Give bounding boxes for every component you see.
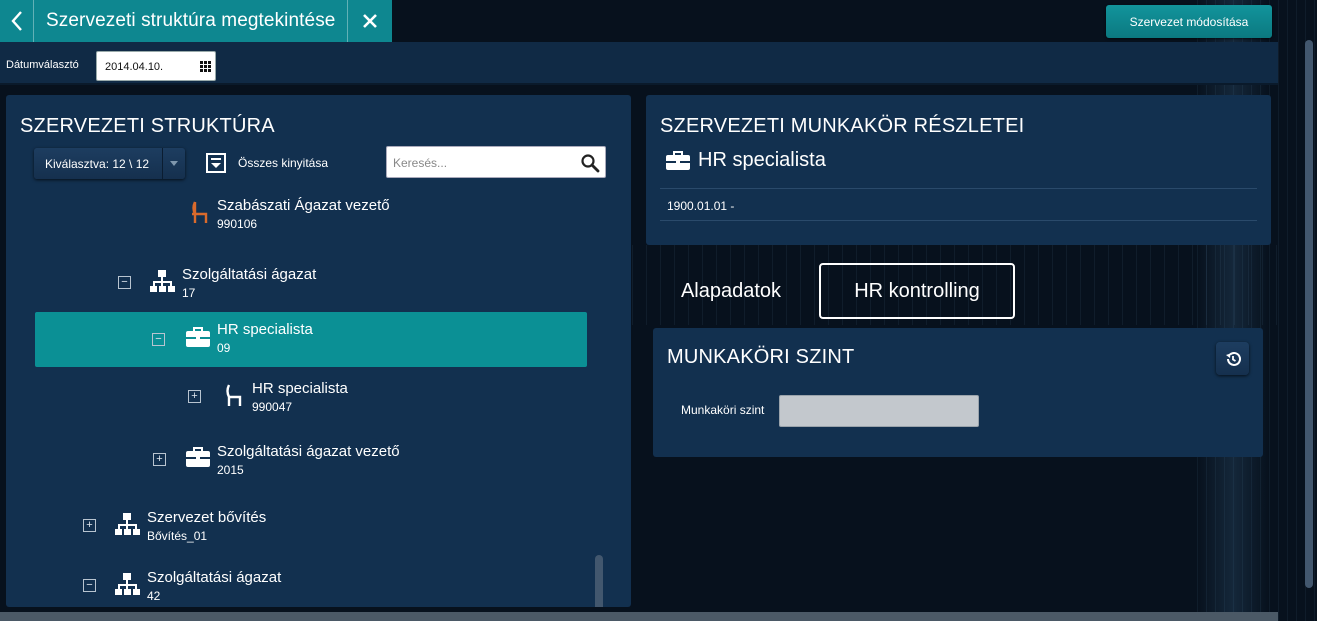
tree-node-name: HR specialista <box>217 321 313 338</box>
structure-panel: SZERVEZETI STRUKTÚRA Kiválasztva: 12 \ 1… <box>6 95 631 607</box>
caret-down-icon <box>162 148 184 179</box>
modify-organization-button[interactable]: Szervezet módosítása <box>1106 5 1272 38</box>
expand-all-icon <box>206 153 226 173</box>
tree-node-name: Szolgáltatási ágazat <box>147 569 282 586</box>
org-chart-icon <box>115 573 140 595</box>
collapse-toggle[interactable]: − <box>83 579 96 592</box>
tree-node-code: 2015 <box>217 463 244 477</box>
job-level-label: Munkaköri szint <box>681 403 765 417</box>
tree-node[interactable]: + HR specialista 990047 <box>6 372 606 422</box>
date-picker-input[interactable]: 2014.04.10. <box>96 51 216 81</box>
structure-heading: SZERVEZETI STRUKTÚRA <box>20 115 275 137</box>
org-chart-icon <box>150 270 175 292</box>
briefcase-icon <box>186 447 210 467</box>
close-icon <box>363 14 377 28</box>
horizontal-scrollbar[interactable] <box>0 612 1278 621</box>
divider <box>660 188 1257 189</box>
page-scrollbar[interactable] <box>1305 40 1313 588</box>
tree-node-name: Szolgáltatási ágazat <box>182 266 317 283</box>
tree-node-code: 42 <box>147 589 161 603</box>
search-input[interactable] <box>393 154 573 172</box>
tree-node-name: HR specialista <box>252 380 348 397</box>
briefcase-icon <box>666 150 690 170</box>
history-button[interactable] <box>1216 342 1249 375</box>
title-group: Szervezeti struktúra megtekintése <box>0 0 392 42</box>
date-row: Dátumválasztó 2014.04.10. <box>0 42 1278 85</box>
date-picker-value: 2014.04.10. <box>105 61 164 73</box>
close-button[interactable] <box>348 0 392 42</box>
tree-node-name: Szervezet bővítés <box>147 509 267 526</box>
expand-toggle[interactable]: + <box>188 390 201 403</box>
job-level-panel: MUNKAKÖRI SZINT Munkaköri szint <box>653 328 1263 457</box>
tree-node-code: Bővítés_01 <box>147 529 208 543</box>
collapse-toggle[interactable]: − <box>152 333 165 346</box>
tree-node-code: 990047 <box>252 400 293 414</box>
tree-node[interactable]: − Szolgáltatási ágazat 42 <box>6 561 606 607</box>
chair-icon <box>226 384 242 406</box>
org-chart-icon <box>115 513 140 535</box>
structure-tree: Szabászati Ágazat vezető 990106 − Szolgá… <box>6 195 631 607</box>
details-heading: SZERVEZETI MUNKAKÖR RÉSZLETEI <box>660 115 1025 137</box>
job-title-text: HR specialista <box>698 149 826 171</box>
selection-dropdown[interactable]: Kiválasztva: 12 \ 12 <box>34 148 185 179</box>
history-icon <box>1225 351 1241 366</box>
tree-node-name: Szabászati Ágazat vezető <box>217 197 390 214</box>
expand-all-button[interactable]: Összes kinyitása <box>206 153 328 173</box>
tree-node-code: 09 <box>217 341 231 355</box>
tree-node[interactable]: + Szolgáltatási ágazat vezető 2015 <box>6 435 606 485</box>
tree-node[interactable]: + Szervezet bővítés Bővítés_01 <box>6 501 606 551</box>
tree-node-selected[interactable]: − HR specialista 09 <box>35 312 587 367</box>
briefcase-icon <box>186 327 210 347</box>
tree-node-code: 990106 <box>217 217 258 231</box>
expand-toggle[interactable]: + <box>153 453 166 466</box>
tree-node-code: 17 <box>182 286 196 300</box>
job-title: HR specialista <box>666 149 826 172</box>
back-button[interactable] <box>0 0 34 42</box>
selection-count: Kiválasztva: 12 \ 12 <box>45 156 150 171</box>
page-title: Szervezeti struktúra megtekintése <box>34 0 348 42</box>
details-panel: SZERVEZETI MUNKAKÖR RÉSZLETEI HR special… <box>646 95 1271 245</box>
tree-node[interactable]: − Szolgáltatási ágazat 17 <box>6 258 606 308</box>
chevron-left-icon <box>10 11 22 31</box>
job-level-heading: MUNKAKÖRI SZINT <box>667 346 855 368</box>
collapse-toggle[interactable]: − <box>118 276 131 289</box>
date-picker-label: Dátumválasztó <box>6 59 79 71</box>
job-level-field[interactable] <box>779 395 979 427</box>
expand-toggle[interactable]: + <box>83 519 96 532</box>
search-box <box>386 146 606 178</box>
validity-dates: 1900.01.01 - <box>667 199 735 213</box>
top-bar: Szervezeti struktúra megtekintése Szerve… <box>0 0 1317 42</box>
tab-hr-kontrolling[interactable]: HR kontrolling <box>819 263 1015 319</box>
search-icon[interactable] <box>580 153 600 173</box>
tree-node-name: Szolgáltatási ágazat vezető <box>217 443 400 460</box>
tree-node[interactable]: Szabászati Ágazat vezető 990106 <box>6 195 606 239</box>
tab-alapadatok[interactable]: Alapadatok <box>633 263 829 319</box>
calendar-grid-icon[interactable] <box>200 61 211 72</box>
divider <box>660 220 1257 221</box>
tree-scrollbar[interactable] <box>595 555 603 607</box>
expand-all-label: Összes kinyitása <box>238 156 329 170</box>
chair-icon <box>192 201 208 223</box>
